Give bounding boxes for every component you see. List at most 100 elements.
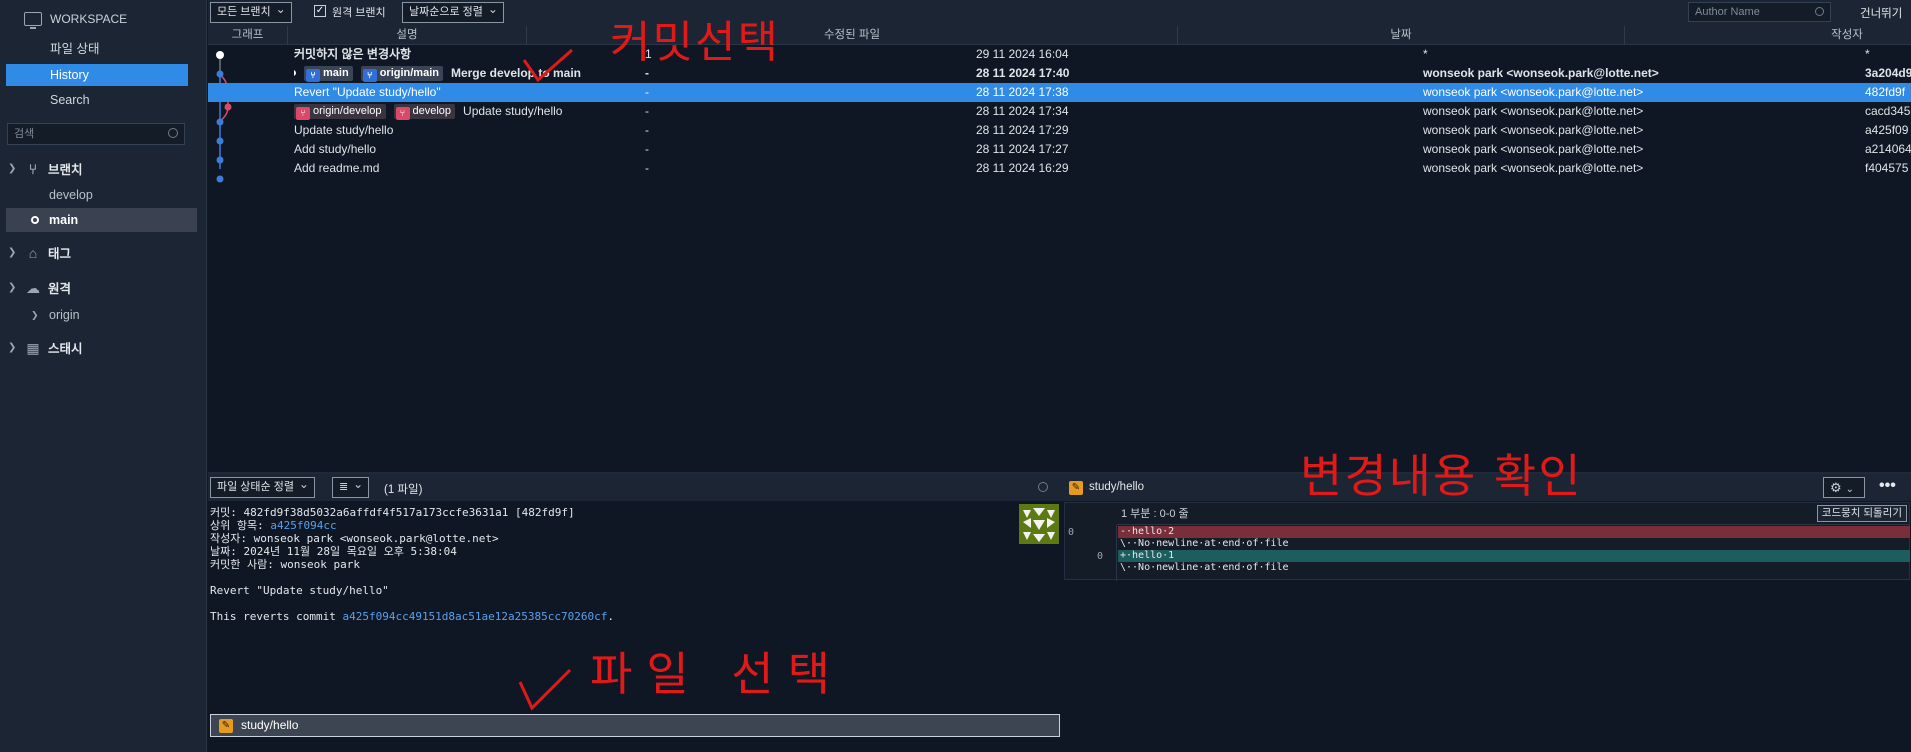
branch-main-label: main	[49, 213, 79, 227]
commit-description: Revert "Update study/hello"	[294, 85, 441, 99]
remote-branch-checkbox[interactable]: ✓	[314, 5, 326, 17]
parent-link[interactable]: a425f094cc	[270, 519, 336, 532]
author-search-input[interactable]: Author Name	[1688, 2, 1831, 22]
branch-tag-develop[interactable]: ⑂ develop	[393, 104, 456, 120]
hunk-range: 1 부분 : 0-0 줄	[1121, 508, 1189, 520]
commit-author: wonseok park <wonseok.park@lotte.net>	[1423, 123, 1644, 137]
table-row[interactable]: Add readme.md - 28 11 2024 16:29 wonseok…	[208, 159, 1911, 178]
search-icon	[1815, 7, 1824, 16]
gear-icon: ⚙	[1830, 480, 1842, 495]
branch-develop[interactable]: develop	[6, 183, 197, 207]
remote-origin[interactable]: ❯ origin	[6, 303, 197, 327]
nav-history[interactable]: History	[6, 64, 188, 86]
commit-description: Merge develop to main	[450, 66, 581, 80]
table-row[interactable]: Add study/hello - 28 11 2024 17:27 wonse…	[208, 140, 1911, 159]
branch-filter-dropdown[interactable]: 모든 브랜치	[210, 0, 292, 23]
section-remotes[interactable]: ❯ ☁ 원격	[8, 278, 71, 297]
section-branches[interactable]: ❯ ⑂ 브랜치	[8, 159, 83, 178]
branch-icon: ⑂	[296, 107, 310, 120]
commit-hash: 482fd9f	[1865, 85, 1906, 99]
commit-description: Update study/hello	[294, 123, 394, 137]
commit-hash: *	[1865, 47, 1870, 61]
commit-table: 그래프 설명 수정된 파일 날짜 작성자 커밋 커밋하지 않은 변경사항 1 2…	[208, 26, 1911, 472]
list-view-icon: ≣	[339, 481, 349, 493]
tag-label: main	[323, 67, 349, 79]
chevron-down-icon: ⌄	[1845, 484, 1855, 495]
diff-file-name: study/hello	[1089, 481, 1144, 493]
table-row[interactable]: ⑂ main ⑂ origin/main Merge develop to main -…	[208, 64, 1911, 83]
branch-main[interactable]: main	[6, 208, 197, 232]
more-options-icon[interactable]: •••	[1879, 477, 1896, 495]
remote-branch-label: 원격 브랜치	[332, 7, 386, 19]
files-toolbar: 파일 상태순 정렬 ≣ (1 파일)	[208, 474, 1063, 501]
commit-author: wonseok park <wonseok.park@lotte.net>	[1423, 104, 1644, 118]
section-stash[interactable]: ❯ ▦ 스태시	[8, 338, 83, 357]
diff-line-added[interactable]: +·hello·1	[1118, 550, 1910, 562]
commit-author: wonseok park <wonseok.park@lotte.net>	[1423, 85, 1644, 99]
sort-dropdown[interactable]: 날짜순으로 정렬	[402, 0, 504, 23]
diff-line-note[interactable]: \··No·newline·at·end·of·file	[1118, 538, 1910, 550]
commit-date: 28 11 2024 17:38	[976, 85, 1069, 99]
commit-description: Update study/hello	[463, 104, 563, 118]
commit-files: 1	[645, 47, 652, 61]
cloud-icon: ☁	[26, 279, 40, 296]
col-author[interactable]: 작성자	[1625, 26, 1911, 45]
modified-file-icon: ✎	[219, 719, 233, 733]
stash-icon: ▦	[26, 339, 40, 356]
commit-details: 커밋: 482fd9f38d5032a6affdf4f517a173ccfe36…	[210, 506, 1060, 623]
view-mode-dropdown[interactable]: ≣	[332, 475, 370, 498]
diff-header: ✎ study/hello ⚙ ⌄ •••	[1063, 474, 1911, 501]
commit-files: -	[645, 104, 649, 118]
diff-line-note[interactable]: \··No·newline·at·end·of·file	[1118, 562, 1910, 574]
col-graph[interactable]: 그래프	[208, 26, 288, 45]
sidebar-search-input[interactable]: 검색	[7, 123, 185, 145]
search-icon[interactable]	[1038, 482, 1048, 492]
table-row[interactable]: 커밋하지 않은 변경사항 1 29 11 2024 16:04 * *	[208, 45, 1911, 64]
table-row[interactable]: ⑂ origin/develop ⑂ develop Update study/hell…	[208, 102, 1911, 121]
head-indicator-icon	[294, 70, 296, 76]
col-description[interactable]: 설명	[288, 26, 527, 45]
file-list-item-selected[interactable]: ✎ study/hello	[210, 714, 1060, 737]
avatar	[1019, 504, 1059, 544]
chevron-right-icon: ❯	[8, 342, 17, 353]
modified-file-icon: ✎	[1069, 481, 1083, 495]
skip-button[interactable]: 건너뛰기	[1860, 5, 1902, 21]
reverted-commit-link[interactable]: a425f094cc49151d8ac51ae12a25385cc70260cf	[342, 610, 607, 623]
file-sort-dropdown[interactable]: 파일 상태순 정렬	[210, 475, 315, 498]
file-name: study/hello	[241, 718, 299, 732]
commit-date: 29 11 2024 16:04	[976, 47, 1069, 61]
history-toolbar: 모든 브랜치 ✓ 원격 브랜치 날짜순으로 정렬 Author Name 건너뛰…	[208, 0, 1911, 26]
old-line-number: 0	[1068, 527, 1075, 538]
chevron-down-icon: ❯	[8, 282, 17, 293]
commit-description: Add readme.md	[294, 161, 380, 175]
branch-tag-origin-main[interactable]: ⑂ origin/main	[360, 66, 443, 82]
commit-hash: f404575	[1865, 161, 1909, 175]
col-modified-files[interactable]: 수정된 파일	[527, 26, 1178, 45]
col-date[interactable]: 날짜	[1178, 26, 1625, 45]
current-branch-icon	[31, 216, 39, 224]
branch-tag-main[interactable]: ⑂ main	[304, 66, 353, 82]
message-suffix: .	[607, 610, 614, 623]
commit-author: wonseok park <wonseok.park@lotte.net>	[1423, 66, 1659, 80]
branch-tag-origin-develop[interactable]: ⑂ origin/develop	[294, 104, 386, 120]
file-count: (1 파일)	[384, 484, 423, 496]
diff-line-removed[interactable]: -·hello·2	[1118, 526, 1910, 538]
settings-dropdown[interactable]: ⚙ ⌄	[1823, 477, 1865, 498]
new-line-number: 0	[1097, 551, 1104, 562]
nav-search[interactable]: Search	[6, 89, 188, 111]
commit-date: 28 11 2024 17:27	[976, 142, 1069, 156]
date-line: 날짜: 2024년 11월 28일 목요일 오후 5:38:04	[210, 545, 457, 558]
commit-refs: ⑂ origin/develop ⑂ develop Update study/hell…	[294, 102, 562, 121]
workspace-label: WORKSPACE	[50, 12, 128, 26]
table-row-selected[interactable]: Revert "Update study/hello" - 28 11 2024…	[208, 83, 1911, 102]
diff-panel: ✎ study/hello ⚙ ⌄ ••• 1 부분 : 0-0 줄 코드뭉치 되…	[1063, 474, 1911, 752]
parent-label: 상위 항목:	[210, 519, 264, 532]
section-tags[interactable]: ❯ ⌂ 태그	[8, 243, 71, 262]
commit-files: -	[645, 66, 649, 80]
table-row[interactable]: Update study/hello - 28 11 2024 17:29 wo…	[208, 121, 1911, 140]
commit-author: wonseok park <wonseok.park@lotte.net>	[1423, 161, 1644, 175]
stash-label: 스태시	[48, 342, 83, 356]
nav-file-status[interactable]: 파일 상태	[6, 38, 188, 60]
revert-hunk-button[interactable]: 코드뭉치 되돌리기	[1816, 505, 1907, 522]
chevron-down-icon: ❯	[8, 163, 17, 174]
